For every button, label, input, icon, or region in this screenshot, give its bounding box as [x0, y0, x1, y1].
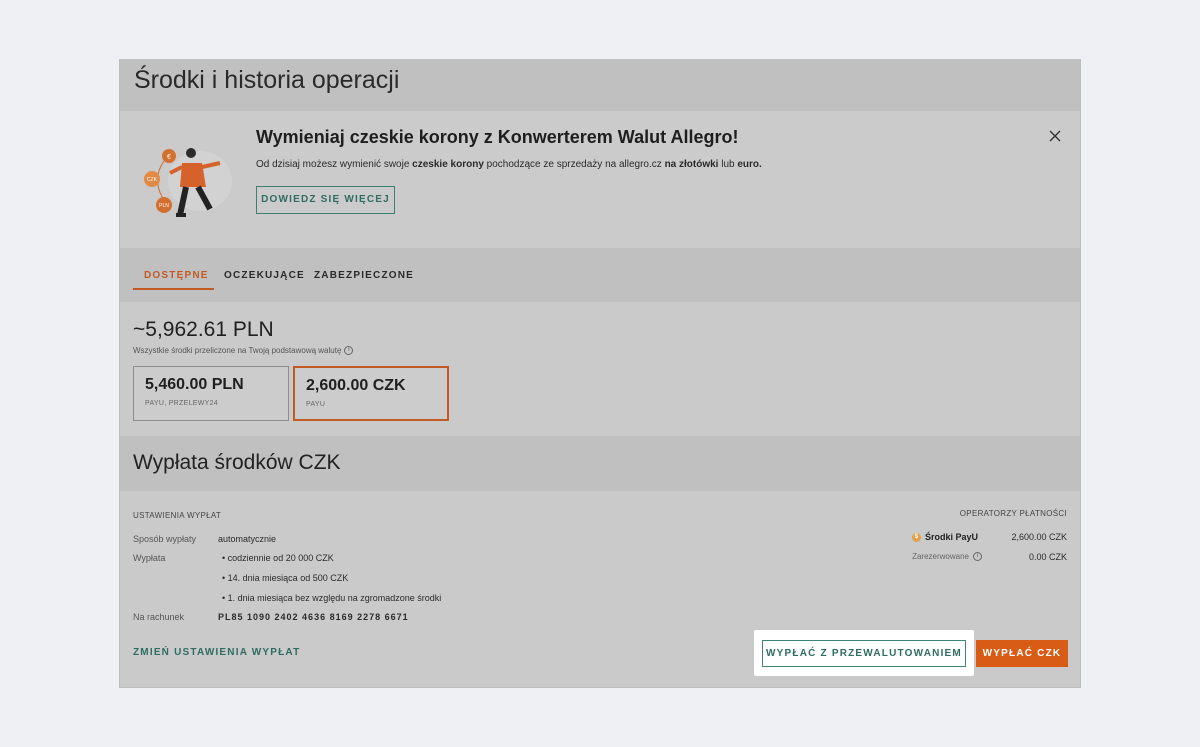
total-balance-note: Wszystkie środki przeliczone na Twoją po…	[133, 346, 354, 355]
account-label: Na rachunek	[133, 612, 185, 622]
active-tab-indicator	[133, 288, 214, 290]
reserved-balance: 0.00 CZK	[1028, 552, 1067, 562]
wallet-card-pln[interactable]: 5,460.00 PLN PAYU, PRZELEWY24	[133, 366, 289, 421]
tab-pending[interactable]: OCZEKUJĄCE	[224, 270, 305, 281]
operator-name: $ Środki PayU	[911, 532, 978, 542]
funds-page: Środki i historia operacji € CZK PLN Wym…	[119, 59, 1081, 688]
banner-title: Wymieniaj czeskie korony z Konwerterem W…	[256, 127, 739, 147]
payout-rule: • codziennie od 20 000 CZK	[222, 553, 334, 563]
tab-secured[interactable]: ZABEZPIECZONE	[314, 270, 414, 281]
tab-available[interactable]: DOSTĘPNE	[144, 270, 209, 281]
info-icon[interactable]: i	[344, 346, 354, 355]
info-icon[interactable]: i	[973, 552, 982, 561]
payout-schedule-label: Wypłata	[133, 553, 166, 563]
banner-description: Od dzisiaj możesz wymienić swoje czeskie…	[256, 159, 762, 170]
total-balance: ~5,962.61 PLN	[133, 318, 274, 341]
promo-banner: € CZK PLN Wymieniaj czeskie korony z Kon…	[120, 110, 1080, 248]
payout-czk-button[interactable]: WYPŁAĆ CZK	[976, 640, 1068, 667]
wallet-amount: 2,600.00 CZK	[306, 377, 406, 394]
payout-settings-label: USTAWIENIA WYPŁAT	[133, 511, 222, 520]
wallet-providers: PAYU	[306, 401, 326, 408]
learn-more-button[interactable]: DOWIEDZ SIĘ WIĘCEJ	[256, 186, 395, 214]
wallet-providers: PAYU, PRZELEWY24	[145, 400, 219, 407]
payout-method-label: Sposób wypłaty	[133, 534, 197, 544]
payout-with-conversion-button[interactable]: WYPŁAĆ Z PRZEWALUTOWANIEM	[762, 640, 966, 667]
currency-converter-illustration-icon: € CZK PLN	[144, 148, 232, 217]
operator-balance: 2,600.00 CZK	[1011, 532, 1067, 542]
change-payout-settings-link[interactable]: ZMIEŃ USTAWIENIA WYPŁAT	[133, 647, 300, 658]
funds-summary: ~5,962.61 PLN Wszystkie środki przeliczo…	[120, 302, 1080, 436]
svg-text:CZK: CZK	[147, 177, 158, 183]
payout-rule: • 1. dnia miesiąca bez względu na zgroma…	[222, 593, 442, 603]
account-number: PL85 1090 2402 4636 8169 2278 6671	[218, 612, 409, 622]
funds-tabs: DOSTĘPNE OCZEKUJĄCE ZABEZPIECZONE	[120, 248, 1080, 302]
wallet-amount: 5,460.00 PLN	[145, 376, 244, 393]
svg-text:PLN: PLN	[159, 203, 169, 209]
payout-rule: • 14. dnia miesiąca od 500 CZK	[222, 573, 349, 583]
wallet-card-czk[interactable]: 2,600.00 CZK PAYU	[293, 366, 449, 421]
reserved-label: Zarezerwowane i	[912, 552, 982, 561]
payu-coin-icon: $	[911, 532, 921, 542]
payout-section-title: Wypłata środków CZK	[120, 436, 1080, 491]
payment-operators-label: OPERATORZY PŁATNOŚCI	[959, 509, 1067, 518]
close-icon[interactable]	[1048, 129, 1062, 143]
page-title: Środki i historia operacji	[120, 60, 1080, 110]
payout-method-value: automatycznie	[218, 534, 277, 544]
svg-text:€: €	[167, 154, 171, 161]
